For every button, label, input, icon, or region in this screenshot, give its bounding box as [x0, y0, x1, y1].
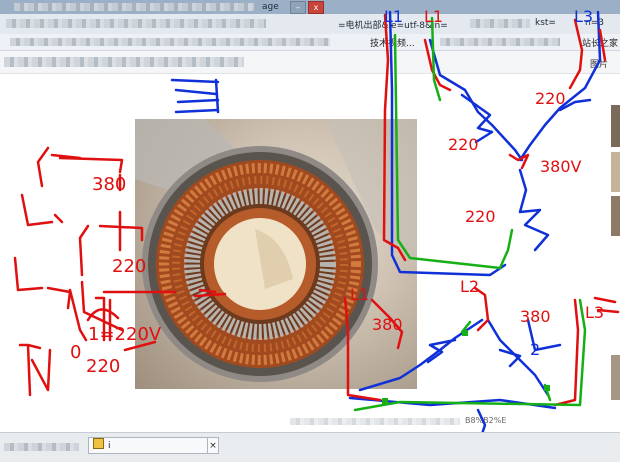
taskbar-icon	[93, 438, 104, 449]
bottom-label-3: 380	[520, 307, 551, 326]
taskbar-label: i	[108, 441, 111, 451]
left-value-4: 0	[70, 342, 81, 363]
bottom-delta-value-2: 2	[530, 340, 540, 359]
bottom-delta-blue	[348, 318, 562, 442]
top-delta-value-2: 220	[448, 135, 479, 154]
left-value-3: 1=220V	[88, 324, 162, 345]
bottom-delta-red	[343, 286, 620, 407]
top-label-3: L3	[574, 7, 593, 26]
bottom-label-1: L1	[350, 285, 369, 304]
top-label-1: L1	[384, 7, 403, 26]
top-delta-value-4: 380V	[540, 157, 582, 176]
top-blue-mark	[170, 78, 220, 114]
left-value-2: 220	[112, 256, 146, 277]
blurred-status-left	[4, 443, 79, 451]
right-label: L3	[585, 303, 604, 322]
top-delta-blue	[388, 10, 602, 277]
green-markers	[382, 330, 550, 404]
left-value-1: 380	[92, 174, 126, 195]
bottom-label-2: L2	[460, 277, 479, 296]
annotation-overlay: 380 220 1=220V 0 220 L1 L1 L3 220 220 22…	[13, 7, 620, 442]
top-label-2: L1	[424, 7, 443, 26]
left-value-5: 220	[86, 356, 120, 377]
taskbar-item[interactable]: i	[88, 437, 216, 454]
star-value: 220	[465, 207, 496, 226]
top-delta-value-1: 220	[535, 89, 566, 108]
taskbar-close-icon[interactable]: ×	[207, 437, 219, 454]
bottom-delta-value-1: 380	[372, 315, 403, 334]
